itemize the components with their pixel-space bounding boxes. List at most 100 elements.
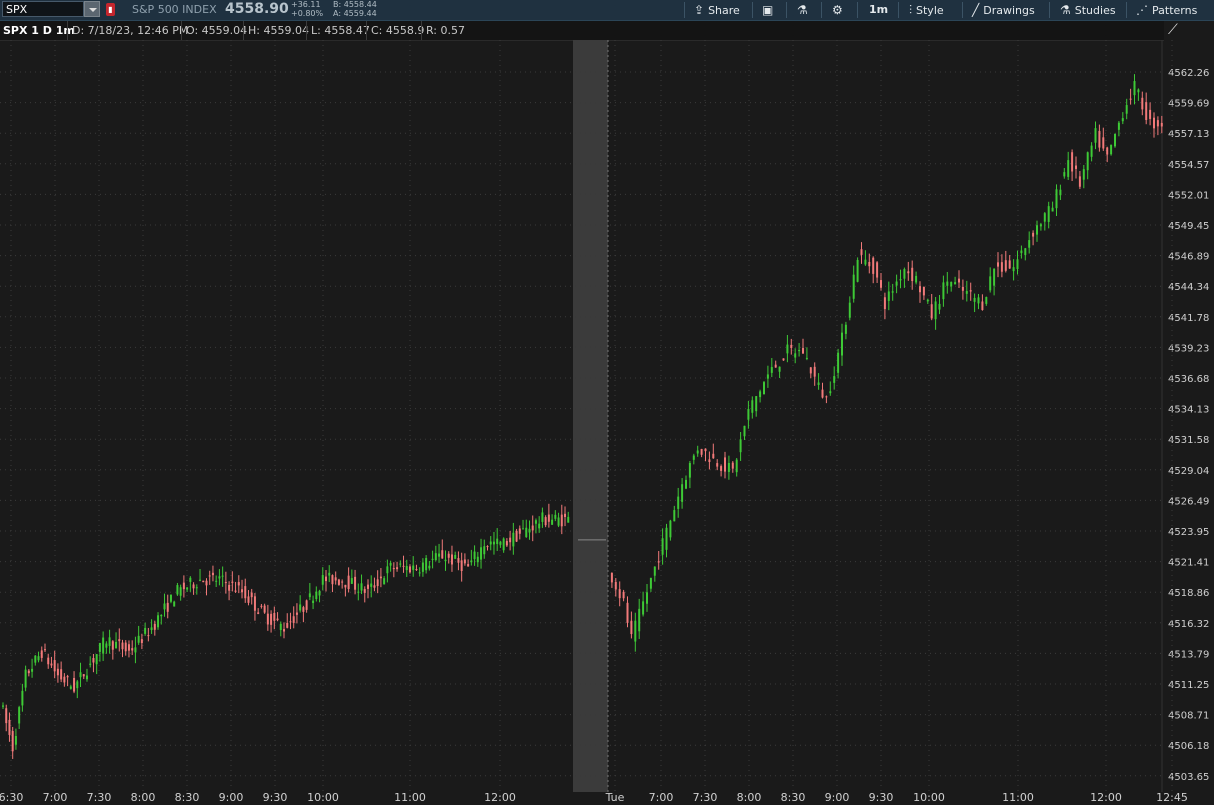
candle-body xyxy=(250,592,253,598)
candle-body xyxy=(899,279,902,281)
candle-body xyxy=(844,324,847,334)
symbol-input[interactable]: SPX xyxy=(2,1,84,17)
candle-body xyxy=(263,605,266,613)
drawing-tool-icon[interactable]: ⟋ xyxy=(1168,22,1186,40)
price-chart[interactable]: 4562.26 4559.69 4557.13 4554.57 4552.01 4549.… xyxy=(0,40,1214,805)
candle-body xyxy=(1160,122,1163,127)
price-tick-label: 4503.65 xyxy=(1168,772,1209,783)
candle-body xyxy=(496,538,499,544)
candle-body xyxy=(173,601,176,607)
candle-body xyxy=(677,496,680,509)
candle-body xyxy=(802,348,804,354)
candle-body xyxy=(127,644,130,651)
candle-body xyxy=(841,332,843,356)
toolbar-separator xyxy=(1126,2,1127,18)
candle-body xyxy=(199,579,202,581)
interval-button[interactable]: 1m xyxy=(869,0,888,20)
time-tick-label: 8:00 xyxy=(737,791,762,804)
snapshot-button[interactable]: ▣ xyxy=(762,0,777,20)
candle-body xyxy=(56,668,59,676)
price-tick-label: 4546.89 xyxy=(1168,252,1209,263)
share-button[interactable]: ⇪ Share xyxy=(694,0,740,20)
candle-body xyxy=(331,575,334,585)
candle-body xyxy=(1094,128,1097,143)
candle-body xyxy=(794,353,797,358)
patterns-button[interactable]: ⋰ Patterns xyxy=(1136,0,1197,20)
session-gap xyxy=(573,40,608,792)
candle-body xyxy=(790,344,793,348)
candle-body xyxy=(283,629,286,632)
candle-body xyxy=(911,267,914,282)
price-tick-label: 4539.23 xyxy=(1168,343,1209,354)
candle-body xyxy=(27,670,30,674)
candle-body xyxy=(211,572,214,576)
bid-ask: B: 4558.44 A: 4559.44 xyxy=(333,0,377,18)
candle-body xyxy=(11,731,14,752)
candle-body xyxy=(657,561,660,563)
candle-body xyxy=(681,484,684,502)
candle-body xyxy=(2,705,4,707)
top-toolbar: SPX ▮ S&P 500 INDEX 4558.90 +36.11 +0.80… xyxy=(0,0,1214,21)
drawings-button[interactable]: ╱ Drawings xyxy=(972,0,1035,20)
candle-body xyxy=(739,439,742,453)
candle-body xyxy=(1071,152,1074,172)
time-tick-label: 8:00 xyxy=(131,791,156,804)
candle-body xyxy=(447,553,450,558)
candle-body xyxy=(1000,262,1003,272)
candle-body xyxy=(480,547,483,560)
candle-body xyxy=(825,396,828,398)
candle-body xyxy=(140,639,143,644)
candle-body xyxy=(614,581,617,590)
candle-body xyxy=(376,579,379,587)
candle-body xyxy=(1117,122,1120,130)
candle-body xyxy=(402,565,405,567)
candle-body xyxy=(137,635,140,643)
bar-high: H: 4559.04 xyxy=(243,21,309,40)
style-button[interactable]: ⫶ Style xyxy=(909,0,944,20)
candle-body xyxy=(630,620,633,635)
candle-body xyxy=(704,448,707,452)
last-price: 4558.90 xyxy=(225,1,289,17)
candle-body xyxy=(1008,260,1011,269)
candle-body xyxy=(798,349,801,352)
candle-body xyxy=(370,583,373,587)
candle-body xyxy=(673,510,676,522)
price-tick-label: 4549.45 xyxy=(1168,221,1209,232)
candle-body xyxy=(646,592,648,604)
candle-body xyxy=(8,719,11,735)
candle-body xyxy=(492,541,495,545)
toolbar-separator xyxy=(857,2,858,18)
flask-button[interactable]: ⚗ xyxy=(797,0,812,20)
studies-button[interactable]: ⚗ Studies xyxy=(1060,0,1116,20)
toolbar-separator xyxy=(752,2,753,18)
symbol-dropdown-button[interactable] xyxy=(84,1,100,17)
candle-body xyxy=(31,668,34,672)
price-tick-label: 4518.86 xyxy=(1168,588,1209,599)
candle-body xyxy=(412,565,415,570)
candle-body xyxy=(85,675,88,680)
candle-body xyxy=(408,566,411,573)
candle-body xyxy=(237,582,240,586)
bar-open: O: 4559.04 xyxy=(181,21,247,40)
candle-body xyxy=(880,280,882,288)
candle-body xyxy=(470,560,473,563)
pct-change: +0.80% xyxy=(291,9,324,18)
alert-flag-icon[interactable]: ▮ xyxy=(106,3,115,16)
candle-body xyxy=(76,681,79,689)
candle-body xyxy=(872,257,875,274)
price-tick-label: 4508.71 xyxy=(1168,711,1209,722)
candle-body xyxy=(743,425,746,437)
toolbar-separator xyxy=(684,2,685,18)
time-tick-label: 7:30 xyxy=(87,791,112,804)
settings-button[interactable]: ⚙ xyxy=(832,0,847,20)
candle-body xyxy=(337,579,340,585)
candle-body xyxy=(476,556,479,563)
candle-body xyxy=(363,589,366,593)
candle-body xyxy=(379,576,382,579)
candle-body xyxy=(763,382,765,395)
candle-body xyxy=(876,262,879,278)
candle-body xyxy=(665,527,668,550)
candle-body xyxy=(14,735,17,745)
time-tick-label: 9:30 xyxy=(869,791,894,804)
candle-body xyxy=(891,291,894,293)
